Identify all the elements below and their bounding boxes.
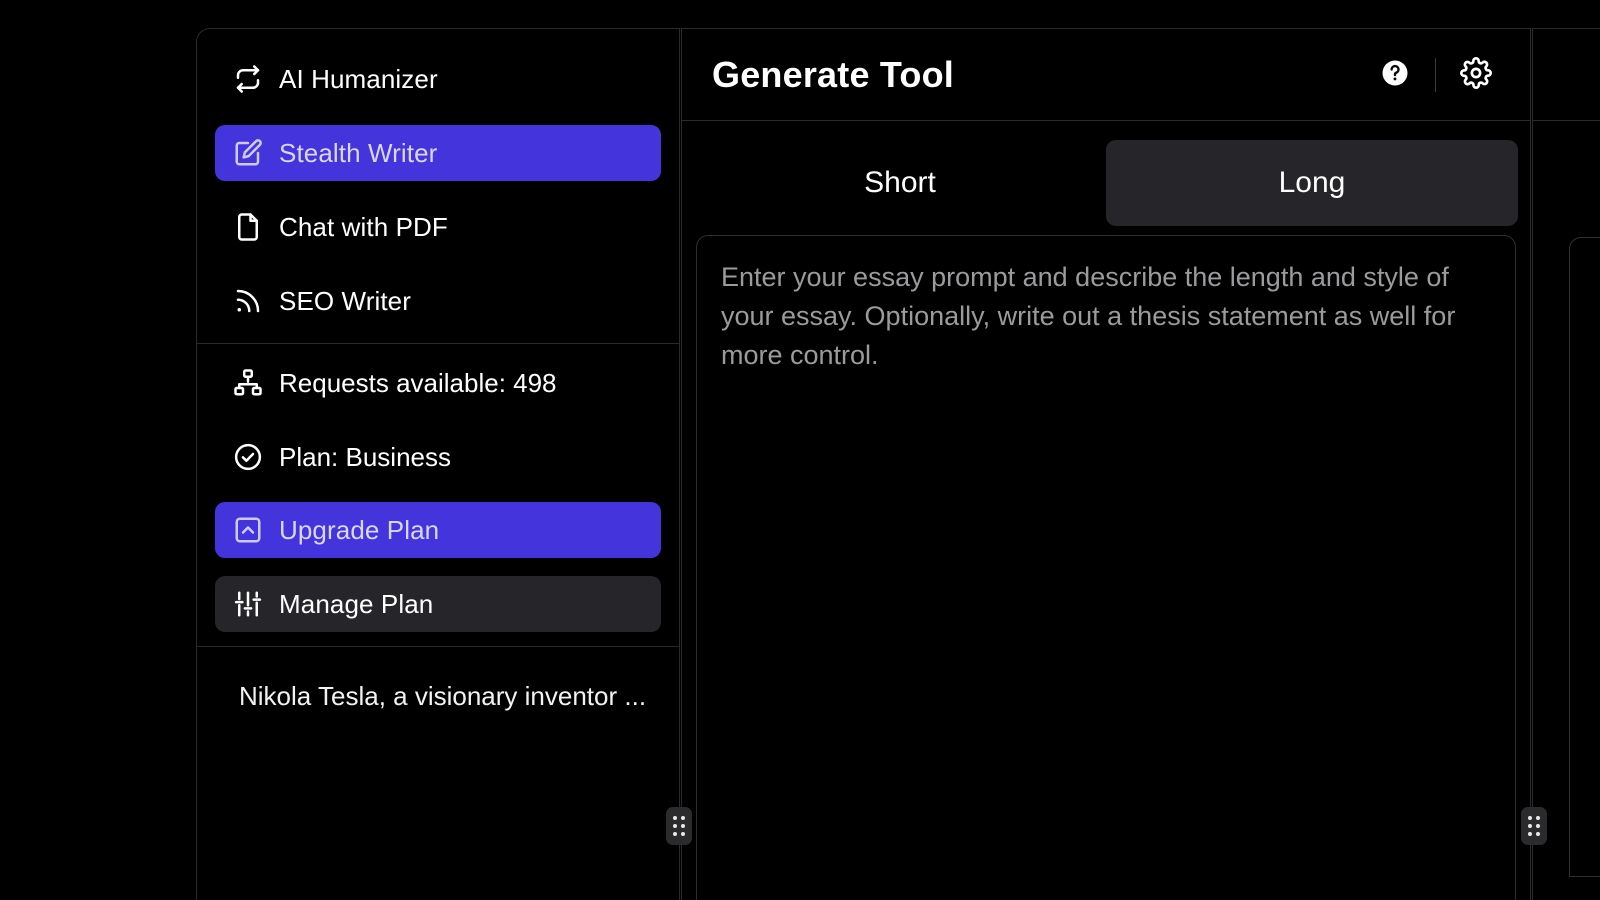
plan-row: Plan: Business: [215, 434, 661, 480]
requests-available-row: Requests available: 498: [215, 360, 661, 406]
sidebar-account-section: Requests available: 498 Plan: Business U…: [197, 344, 679, 646]
upgrade-plan-label: Upgrade Plan: [279, 514, 440, 545]
tab-label: Short: [864, 166, 936, 199]
length-tabs: Short Long: [682, 121, 1530, 235]
network-nodes-icon: [233, 368, 263, 398]
edit-square-icon: [233, 138, 263, 168]
sidebar-item-chat-with-pdf[interactable]: Chat with PDF: [215, 199, 661, 255]
repeat-arrows-icon: [233, 64, 263, 94]
essay-prompt-placeholder: Enter your essay prompt and describe the…: [721, 262, 1456, 370]
sidebar-resize-handle[interactable]: [666, 807, 692, 845]
requests-available-label: Requests available: 498: [279, 367, 557, 398]
help-circle-icon: [1380, 58, 1410, 91]
tab-short[interactable]: Short: [694, 140, 1106, 226]
right-panel: [1532, 28, 1600, 900]
right-panel-resize-handle[interactable]: [1521, 807, 1547, 845]
sidebar-footer: Nikola Tesla, a visionary inventor ...: [197, 647, 679, 900]
page-title: Generate Tool: [712, 53, 954, 95]
app-root: AI Humanizer Stealth Writer Chat with PD…: [0, 0, 1600, 900]
grip-dots-icon: [1528, 816, 1540, 836]
rss-icon: [233, 286, 263, 316]
grip-dots-icon: [673, 816, 685, 836]
header-actions: [1369, 49, 1502, 101]
tab-label: Long: [1278, 166, 1346, 199]
right-panel-body: [1533, 121, 1600, 900]
manage-plan-button[interactable]: Manage Plan: [215, 576, 661, 632]
header-divider: [1435, 57, 1436, 92]
sidebar-item-stealth-writer[interactable]: Stealth Writer: [215, 125, 661, 181]
square-chevron-up-icon: [233, 515, 263, 545]
main-header: Generate Tool: [682, 29, 1530, 121]
essay-prompt-input[interactable]: Enter your essay prompt and describe the…: [696, 235, 1516, 900]
sidebar-item-ai-humanizer[interactable]: AI Humanizer: [215, 51, 661, 107]
manage-plan-label: Manage Plan: [279, 588, 434, 619]
recent-document-item[interactable]: Nikola Tesla, a visionary inventor ...: [215, 681, 661, 712]
main-panel: Generate Tool Short Long Enter your essa…: [681, 28, 1531, 900]
sidebar-item-label: Chat with PDF: [279, 211, 448, 242]
sidebar-panel: AI Humanizer Stealth Writer Chat with PD…: [196, 28, 680, 900]
plan-label: Plan: Business: [279, 441, 451, 472]
sidebar-item-label: SEO Writer: [279, 285, 411, 316]
help-button[interactable]: [1369, 49, 1421, 101]
sidebar-nav-section: AI Humanizer Stealth Writer Chat with PD…: [197, 29, 679, 343]
document-icon: [233, 212, 263, 242]
settings-button[interactable]: [1450, 49, 1502, 101]
upgrade-plan-button[interactable]: Upgrade Plan: [215, 502, 661, 558]
sliders-icon: [233, 589, 263, 619]
gear-icon: [1460, 57, 1492, 92]
prompt-wrapper: Enter your essay prompt and describe the…: [682, 235, 1530, 900]
check-circle-icon: [233, 442, 263, 472]
right-panel-header: [1533, 29, 1600, 121]
sidebar-item-label: Stealth Writer: [279, 137, 438, 168]
tab-long[interactable]: Long: [1106, 140, 1518, 226]
sidebar-item-seo-writer[interactable]: SEO Writer: [215, 273, 661, 329]
right-panel-card[interactable]: [1569, 237, 1600, 877]
sidebar-item-label: AI Humanizer: [279, 63, 438, 94]
